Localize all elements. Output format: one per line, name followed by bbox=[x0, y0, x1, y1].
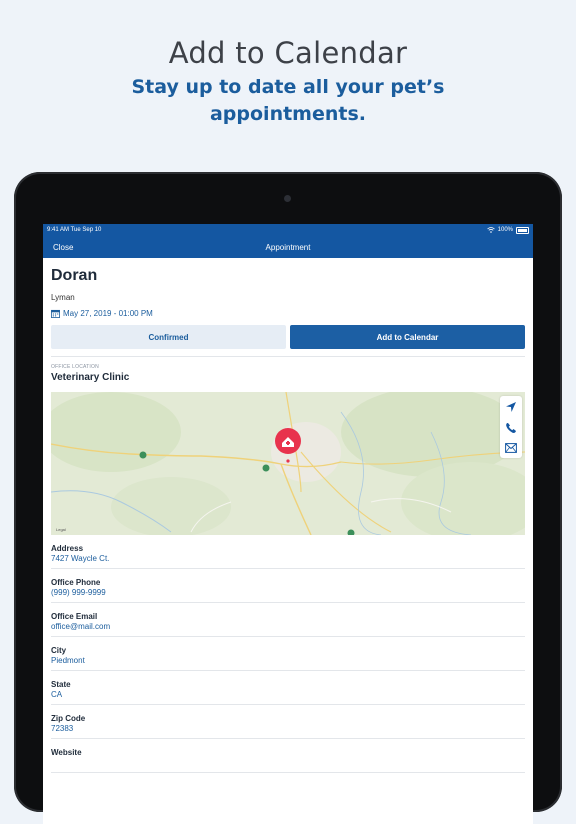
field-city: City Piedmont bbox=[51, 637, 525, 671]
field-label: Website bbox=[51, 748, 82, 757]
calendar-icon bbox=[51, 309, 60, 318]
office-location-label: OFFICE LOCATION bbox=[51, 364, 99, 370]
promo-subtitle-line2: appointments. bbox=[209, 103, 367, 125]
confirmed-button[interactable]: Confirmed bbox=[51, 325, 286, 349]
nav-title: Appointment bbox=[265, 243, 311, 252]
map-legal-link[interactable]: Legal bbox=[56, 527, 66, 532]
field-label: Zip Code bbox=[51, 714, 86, 723]
clinic-name: Veterinary Clinic bbox=[51, 372, 130, 383]
appointment-date-row: May 27, 2019 - 01:00 PM bbox=[51, 309, 525, 318]
field-label: State bbox=[51, 680, 71, 689]
field-office-email: Office Email office@mail.com bbox=[51, 603, 525, 637]
field-label: City bbox=[51, 646, 67, 655]
status-bar: 9:41 AM Tue Sep 10 100% bbox=[43, 224, 533, 236]
map-tools bbox=[500, 396, 522, 458]
field-address: Address 7427 Waycle Ct. bbox=[51, 535, 525, 569]
divider bbox=[51, 356, 525, 357]
city-value: Piedmont bbox=[51, 656, 85, 665]
field-office-phone: Office Phone (999) 999-9999 bbox=[51, 569, 525, 603]
wifi-icon bbox=[486, 227, 495, 233]
vet-clinic-pin-icon[interactable] bbox=[273, 426, 303, 464]
promo-subtitle-line1: Stay up to date all your pet’s bbox=[131, 76, 445, 98]
phone-icon[interactable] bbox=[505, 422, 517, 434]
field-label: Office Phone bbox=[51, 578, 101, 587]
battery-icon bbox=[516, 226, 529, 234]
status-time: 9:41 AM Tue Sep 10 bbox=[47, 227, 102, 233]
state-value: CA bbox=[51, 690, 63, 699]
promo-subtitle: Stay up to date all your pet’s appointme… bbox=[0, 74, 576, 128]
website-value[interactable] bbox=[51, 758, 525, 767]
app-screen: 9:41 AM Tue Sep 10 100% Close Appointmen… bbox=[43, 224, 533, 824]
zip-code-value: 72383 bbox=[51, 724, 74, 733]
envelope-icon[interactable] bbox=[505, 443, 517, 454]
camera bbox=[284, 195, 291, 202]
battery-percent: 100% bbox=[497, 227, 513, 233]
field-zip-code: Zip Code 72383 bbox=[51, 705, 525, 739]
office-phone-value[interactable]: (999) 999-9999 bbox=[51, 588, 525, 597]
address-value[interactable]: 7427 Waycle Ct. bbox=[51, 554, 525, 563]
action-buttons: Confirmed Add to Calendar bbox=[51, 325, 525, 349]
office-email-value[interactable]: office@mail.com bbox=[51, 622, 525, 631]
office-map[interactable]: Legal bbox=[51, 392, 525, 535]
appointment-content: Doran Lyman May 27, 2019 - 01:00 PM Conf… bbox=[43, 267, 533, 773]
tablet-frame: 9:41 AM Tue Sep 10 100% Close Appointmen… bbox=[14, 172, 562, 824]
appointment-datetime: May 27, 2019 - 01:00 PM bbox=[63, 309, 153, 318]
navigation-arrow-icon[interactable] bbox=[505, 401, 517, 413]
nav-bar: Close Appointment bbox=[43, 236, 533, 258]
pet-name: Doran bbox=[51, 267, 98, 284]
promo-title: Add to Calendar bbox=[168, 36, 408, 70]
office-details: Address 7427 Waycle Ct. Office Phone (99… bbox=[51, 535, 525, 773]
add-to-calendar-button[interactable]: Add to Calendar bbox=[290, 325, 525, 349]
owner-name: Lyman bbox=[51, 293, 75, 302]
field-state: State CA bbox=[51, 671, 525, 705]
field-label: Office Email bbox=[51, 612, 98, 621]
field-label: Address bbox=[51, 544, 84, 553]
